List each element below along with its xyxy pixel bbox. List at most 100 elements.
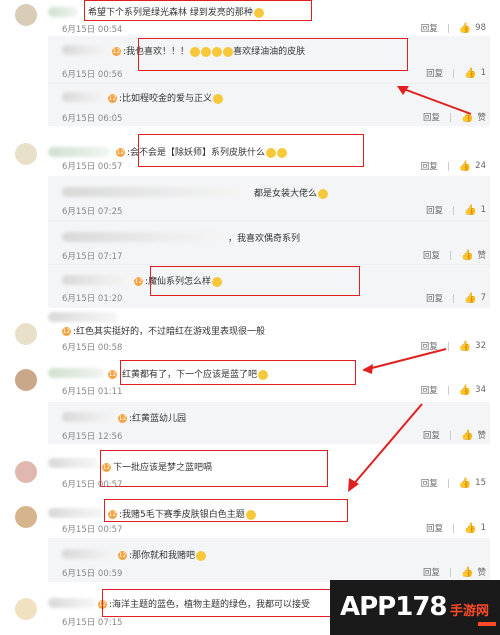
like-count: 34 xyxy=(475,385,486,395)
like-count: 1 xyxy=(480,205,486,215)
highlight-box xyxy=(150,266,360,296)
username[interactable] xyxy=(48,458,98,468)
like-label[interactable]: 赞 xyxy=(477,111,486,123)
timestamp: 6月15日 00:57 xyxy=(62,525,123,535)
like-label[interactable]: 赞 xyxy=(477,566,486,578)
reply-button[interactable]: 回复 xyxy=(426,522,443,534)
like-icon[interactable]: 👍 xyxy=(459,23,471,34)
username[interactable] xyxy=(48,598,96,608)
like-icon[interactable]: 👍 xyxy=(459,385,471,396)
username[interactable] xyxy=(48,7,78,17)
reply-button[interactable]: 回复 xyxy=(421,160,438,172)
like-icon[interactable]: 👍 xyxy=(461,250,473,261)
timestamp: 6月15日 12:56 xyxy=(62,432,123,442)
reply-actions: 回复 👍 1 xyxy=(426,67,486,80)
username[interactable] xyxy=(48,508,104,518)
like-count: 24 xyxy=(475,161,486,171)
comment-actions: 回复 👍 1 xyxy=(426,522,486,535)
username[interactable] xyxy=(62,92,108,102)
username[interactable] xyxy=(48,147,110,157)
reply-actions: 回复 👍 赞 xyxy=(423,566,486,579)
username[interactable] xyxy=(62,232,228,242)
avatar[interactable] xyxy=(15,461,37,483)
highlight-box xyxy=(138,134,364,167)
reply-button[interactable]: 回复 xyxy=(423,249,440,261)
like-icon[interactable]: 👍 xyxy=(464,293,476,304)
highlight-box xyxy=(120,360,356,385)
like-count: 7 xyxy=(480,293,486,303)
comment-actions: 回复 👍 15 xyxy=(421,477,486,490)
reply-text: 12:红黄蓝幼儿园 xyxy=(118,414,187,424)
like-icon[interactable]: 👍 xyxy=(464,205,476,216)
comment-actions: 回复 👍 34 xyxy=(421,384,486,397)
like-count: 1 xyxy=(480,68,486,78)
reply-actions: 回复 👍 赞 xyxy=(423,249,486,262)
username[interactable] xyxy=(62,412,118,422)
username[interactable] xyxy=(48,312,118,322)
reply-button[interactable]: 回复 xyxy=(426,67,443,79)
comment-actions: 回复 👍 24 xyxy=(421,160,486,173)
watermark-subtitle: 手游网 xyxy=(450,604,490,619)
timestamp: 6月15日 01:20 xyxy=(62,294,123,304)
like-icon[interactable]: 👍 xyxy=(461,430,473,441)
reply-actions: 回复 👍 1 xyxy=(426,204,486,217)
timestamp: 6月15日 06:05 xyxy=(62,114,123,124)
arrow-annotation xyxy=(348,403,423,492)
reply-text: 12:比如程咬金的爱与正义 xyxy=(108,91,224,104)
timestamp: 6月15日 07:25 xyxy=(62,207,123,217)
timestamp: 6月15日 07:17 xyxy=(62,252,123,262)
highlight-box xyxy=(102,589,336,617)
timestamp: 6月15日 00:57 xyxy=(62,480,123,490)
site-watermark: APP178 手游网 xyxy=(330,580,500,635)
reply-actions: 回复 👍 赞 xyxy=(423,429,486,442)
timestamp: 6月15日 00:59 xyxy=(62,569,123,579)
reply-text: 都是女装大佬么 xyxy=(254,186,329,199)
comment-actions: 回复 👍 98 xyxy=(421,22,486,35)
like-icon[interactable]: 👍 xyxy=(459,341,471,352)
timestamp: 6月15日 00:54 xyxy=(62,25,123,35)
timestamp: 6月15日 00:56 xyxy=(62,70,123,80)
reply-button[interactable]: 回复 xyxy=(426,292,443,304)
timestamp: 6月15日 00:57 xyxy=(62,162,123,172)
username[interactable] xyxy=(48,368,104,378)
reply-actions: 回复 👍 7 xyxy=(426,292,486,305)
like-icon[interactable]: 👍 xyxy=(464,523,476,534)
arrow-annotation xyxy=(397,86,472,115)
like-icon[interactable]: 👍 xyxy=(459,478,471,489)
avatar[interactable] xyxy=(15,369,37,391)
highlight-box xyxy=(138,38,408,71)
avatar[interactable] xyxy=(15,323,37,345)
avatar[interactable] xyxy=(15,4,37,26)
like-count: 98 xyxy=(475,23,486,33)
highlight-box xyxy=(104,499,348,522)
like-label[interactable]: 赞 xyxy=(477,429,486,441)
reply-button[interactable]: 回复 xyxy=(421,22,438,34)
like-count: 32 xyxy=(475,341,486,351)
timestamp: 6月15日 07:15 xyxy=(62,618,123,628)
username[interactable] xyxy=(62,45,110,55)
like-label[interactable]: 赞 xyxy=(477,249,486,261)
timestamp: 6月15日 00:58 xyxy=(62,343,123,353)
avatar[interactable] xyxy=(15,506,37,528)
comment-text: 12:红色其实挺好的，不过暗红在游戏里表现很一般 xyxy=(62,327,266,337)
username[interactable] xyxy=(62,549,118,559)
like-icon[interactable]: 👍 xyxy=(459,161,471,172)
reply-button[interactable]: 回复 xyxy=(423,566,440,578)
like-icon[interactable]: 👍 xyxy=(461,567,473,578)
reply-button[interactable]: 回复 xyxy=(421,384,438,396)
reply-text: 12:那你就和我赌吧 xyxy=(118,548,207,561)
highlight-box xyxy=(84,0,312,21)
avatar[interactable] xyxy=(15,143,37,165)
highlight-box xyxy=(100,450,328,487)
arrow-annotation xyxy=(362,348,447,374)
reply-text: ，我喜欢偶奇系列 xyxy=(228,234,301,244)
timestamp: 6月15日 01:11 xyxy=(62,387,123,397)
reply-button[interactable]: 回复 xyxy=(426,204,443,216)
like-count: 15 xyxy=(475,478,486,488)
like-count: 1 xyxy=(480,523,486,533)
username[interactable] xyxy=(62,275,132,285)
username[interactable] xyxy=(62,187,254,197)
avatar[interactable] xyxy=(15,598,37,620)
like-icon[interactable]: 👍 xyxy=(464,68,476,79)
watermark-logo: APP178 xyxy=(340,592,448,622)
